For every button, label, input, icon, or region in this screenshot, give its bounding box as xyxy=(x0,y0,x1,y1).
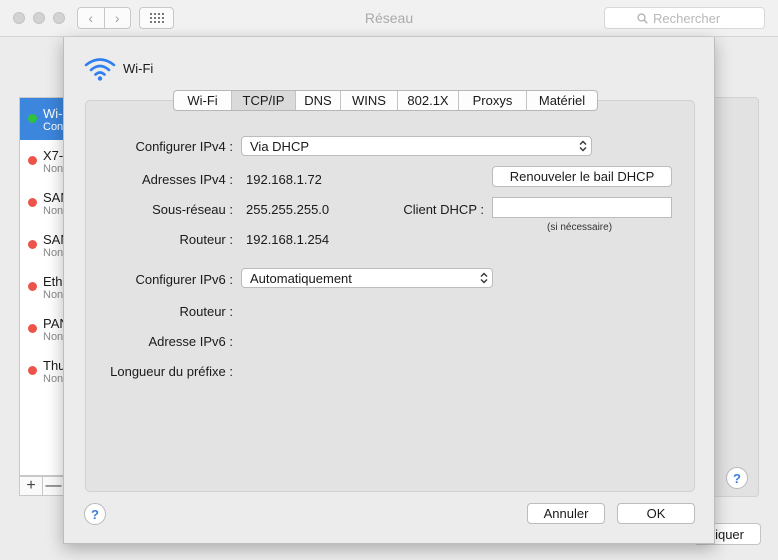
list-controls: + — xyxy=(19,476,65,496)
network-item-thunderbolt[interactable]: Thunderbolt Non connecté xyxy=(20,350,65,392)
sheet-title: Wi-Fi xyxy=(123,61,154,76)
network-item-name: Wi-Fi xyxy=(43,106,64,121)
network-item-status: Non connecté xyxy=(43,289,64,301)
network-item-status: Non connecté xyxy=(43,247,64,259)
subnet-value: 255.255.255.0 xyxy=(246,202,330,217)
network-item-wifi[interactable]: Wi-Fi Connecté xyxy=(20,98,64,140)
ipv6-router-label: Routeur : xyxy=(179,304,233,319)
configure-ipv4-select[interactable]: Via DHCP xyxy=(241,136,592,156)
network-item-name: SAMSUNG xyxy=(43,232,64,247)
chevron-updown-icon xyxy=(480,272,488,284)
status-dot-icon xyxy=(28,114,37,123)
tab-materiel[interactable]: Matériel xyxy=(526,91,597,110)
search-input[interactable]: Rechercher xyxy=(604,7,765,29)
configure-ipv4-value: Via DHCP xyxy=(250,138,310,154)
network-item-pan[interactable]: PAN Non connecté xyxy=(20,308,64,350)
network-item-status: Non connecté xyxy=(43,163,64,175)
network-service-list: Wi-Fi Connecté X7-… Non connecté SAMSUNG… xyxy=(19,97,65,476)
network-item-name: Ethernet xyxy=(43,274,64,289)
ipv4-address-label: Adresses IPv4 : xyxy=(141,172,233,187)
tab-tcpip[interactable]: TCP/IP xyxy=(231,91,295,110)
network-item-name: Thunderbolt xyxy=(43,358,65,373)
network-item-status: Non connecté xyxy=(43,331,64,343)
status-dot-icon xyxy=(28,198,37,207)
help-button[interactable]: ? xyxy=(84,503,106,525)
network-item-x7[interactable]: X7-… Non connecté xyxy=(20,140,64,182)
dhcp-client-label: Client DHCP : xyxy=(403,202,484,217)
network-item-name: SAMSUNG xyxy=(43,190,64,205)
advanced-settings-sheet: Wi-Fi Wi-Fi TCP/IP DNS WINS 802.1X Proxy… xyxy=(63,37,715,544)
status-dot-icon xyxy=(28,240,37,249)
ok-button[interactable]: OK xyxy=(617,503,695,524)
wifi-icon xyxy=(84,58,116,81)
network-item-status: Non connecté xyxy=(43,205,64,217)
network-item-samsung-1[interactable]: SAMSUNG Non connecté xyxy=(20,182,64,224)
remove-service-button[interactable]: — xyxy=(41,477,64,495)
ipv4-router-label: Routeur : xyxy=(179,232,233,247)
configure-ipv6-select[interactable]: Automatiquement xyxy=(241,268,493,288)
add-service-button[interactable]: + xyxy=(20,477,42,495)
ipv6-address-label: Adresse IPv6 : xyxy=(148,334,233,349)
tab-wins[interactable]: WINS xyxy=(340,91,397,110)
search-icon xyxy=(637,13,648,24)
network-item-status: Non connecté xyxy=(43,373,64,385)
network-item-samsung-2[interactable]: SAMSUNG Non connecté xyxy=(20,224,64,266)
tab-8021x[interactable]: 802.1X xyxy=(397,91,458,110)
configure-ipv6-label: Configurer IPv6 : xyxy=(135,272,233,287)
network-item-ethernet[interactable]: Ethernet Non connecté xyxy=(20,266,64,308)
tab-bar: Wi-Fi TCP/IP DNS WINS 802.1X Proxys Maté… xyxy=(173,90,598,111)
ipv4-address-value: 192.168.1.72 xyxy=(246,172,322,187)
tab-wifi[interactable]: Wi-Fi xyxy=(174,91,231,110)
status-dot-icon xyxy=(28,366,37,375)
ipv4-router-value: 192.168.1.254 xyxy=(246,232,330,247)
prefix-length-label: Longueur du préfixe : xyxy=(110,364,233,379)
tab-content-panel xyxy=(85,100,695,492)
search-placeholder: Rechercher xyxy=(653,10,721,26)
chevron-updown-icon xyxy=(579,140,587,152)
status-dot-icon xyxy=(28,324,37,333)
status-dot-icon xyxy=(28,282,37,291)
status-dot-icon xyxy=(28,156,37,165)
tab-proxys[interactable]: Proxys xyxy=(458,91,526,110)
cancel-button[interactable]: Annuler xyxy=(527,503,605,524)
subnet-label: Sous-réseau : xyxy=(152,202,233,217)
renew-dhcp-lease-button[interactable]: Renouveler le bail DHCP xyxy=(492,166,672,187)
network-item-name: PAN xyxy=(43,316,64,331)
configure-ipv4-label: Configurer IPv4 : xyxy=(135,139,233,154)
configure-ipv6-value: Automatiquement xyxy=(250,270,352,286)
network-item-name: X7-… xyxy=(43,148,64,163)
dhcp-client-hint: (si nécessaire) xyxy=(547,222,613,233)
help-button-background[interactable]: ? xyxy=(726,467,748,489)
tab-dns[interactable]: DNS xyxy=(295,91,340,110)
title-bar: ‹ › Réseau Rechercher xyxy=(0,0,778,37)
dhcp-client-field[interactable] xyxy=(492,197,672,218)
network-item-status: Connecté xyxy=(43,121,64,133)
